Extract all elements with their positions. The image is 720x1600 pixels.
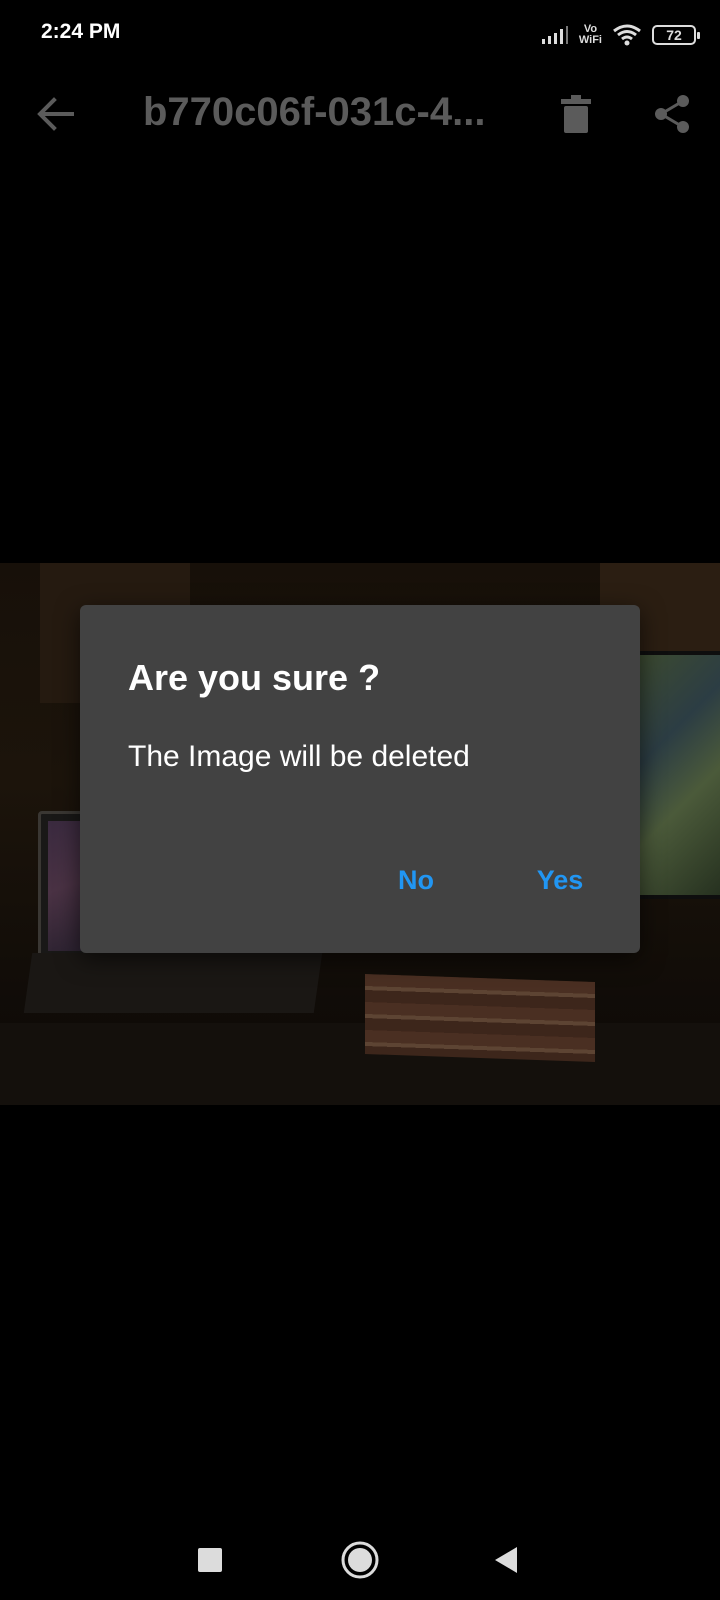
photo-desk xyxy=(0,1023,720,1105)
system-nav-bar xyxy=(0,1520,720,1600)
file-title: b770c06f-031c-4... xyxy=(143,90,486,134)
photo-keyboard xyxy=(23,953,323,1013)
home-circle-icon xyxy=(341,1541,379,1579)
vowifi-icon: Vo WiFi xyxy=(579,24,602,46)
recents-square-icon xyxy=(198,1548,222,1572)
signal-icon xyxy=(541,26,568,44)
trash-icon xyxy=(561,95,591,133)
battery-level: 72 xyxy=(666,27,682,43)
app-bar: b770c06f-031c-4... xyxy=(0,70,720,160)
vowifi-bottom-text: WiFi xyxy=(578,34,602,46)
yes-button[interactable]: Yes xyxy=(520,855,600,905)
confirm-delete-dialog: Are you sure ? The Image will be deleted… xyxy=(80,605,640,953)
back-button[interactable] xyxy=(30,88,82,140)
wifi-icon xyxy=(613,24,641,46)
status-bar: 2:24 PM Vo WiFi 72 xyxy=(0,0,720,70)
photo-books xyxy=(365,973,595,1063)
delete-button[interactable] xyxy=(548,86,604,142)
photo-monitor xyxy=(630,651,720,899)
share-icon xyxy=(655,95,689,133)
dialog-message: The Image will be deleted xyxy=(128,740,470,773)
dialog-title: Are you sure ? xyxy=(128,657,381,698)
battery-icon: 72 xyxy=(652,25,700,45)
back-arrow-icon xyxy=(37,97,74,131)
home-button[interactable] xyxy=(330,1532,390,1588)
back-triangle-icon xyxy=(495,1547,517,1573)
recents-button[interactable] xyxy=(180,1532,240,1588)
share-button[interactable] xyxy=(644,86,700,142)
no-button[interactable]: No xyxy=(380,855,452,905)
system-back-button[interactable] xyxy=(476,1532,536,1588)
status-icons: Vo WiFi 72 xyxy=(541,20,700,50)
status-time: 2:24 PM xyxy=(41,20,121,43)
